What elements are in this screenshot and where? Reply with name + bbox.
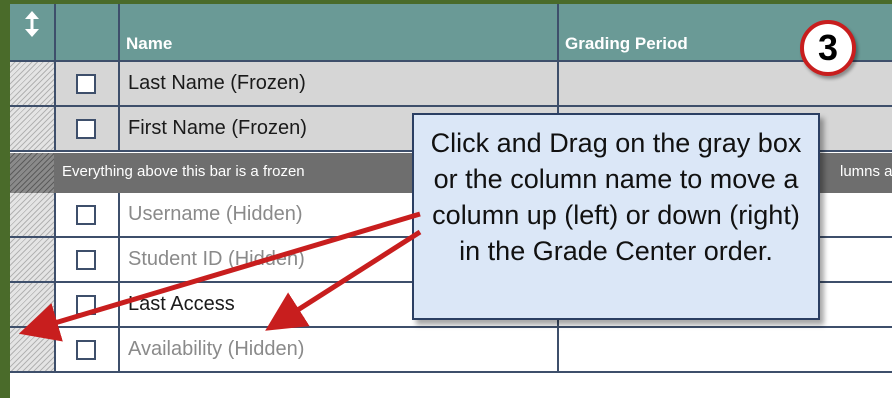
column-name: Username (Hidden)	[128, 203, 303, 225]
drag-handle[interactable]	[10, 283, 56, 326]
row-checkbox-cell	[56, 283, 120, 326]
row-checkbox-cell	[56, 62, 120, 105]
frozen-bar-drag-area[interactable]	[10, 153, 54, 193]
header-drag-column[interactable]	[10, 4, 56, 60]
table-row: Last Name (Frozen)	[10, 62, 892, 107]
row-checkbox-cell	[56, 193, 120, 236]
frame-border-left	[0, 0, 10, 398]
drag-handle[interactable]	[10, 193, 56, 236]
callout-text: Click and Drag on the gray box or the co…	[430, 128, 802, 266]
double-arrow-updown-icon	[25, 11, 39, 37]
column-name-cell[interactable]: Last Name (Frozen)	[120, 62, 559, 105]
header-name-label: Name	[126, 34, 173, 53]
table-row: Availability (Hidden)	[10, 328, 892, 373]
column-name: Student ID (Hidden)	[128, 248, 305, 270]
table-header: Name Grading Period	[10, 4, 892, 62]
frozen-bar-text: Everything above this bar is a frozen	[62, 163, 305, 180]
header-name-column[interactable]: Name	[120, 4, 559, 60]
column-name: Availability (Hidden)	[128, 338, 305, 360]
header-checkbox-column	[56, 4, 120, 60]
row-checkbox[interactable]	[76, 250, 96, 270]
header-grading-period-label: Grading Period	[565, 34, 688, 53]
instruction-callout: Click and Drag on the gray box or the co…	[412, 113, 820, 320]
grade-center-column-organization: Name Grading Period Last Name (Frozen) F…	[0, 0, 892, 398]
row-checkbox[interactable]	[76, 340, 96, 360]
row-checkbox-cell	[56, 328, 120, 371]
row-checkbox[interactable]	[76, 205, 96, 225]
step-number-badge: 3	[800, 20, 856, 76]
column-name-cell[interactable]: Availability (Hidden)	[120, 328, 559, 371]
row-checkbox-cell	[56, 238, 120, 281]
row-checkbox[interactable]	[76, 74, 96, 94]
drag-handle[interactable]	[10, 238, 56, 281]
drag-handle[interactable]	[10, 107, 56, 150]
column-name: First Name (Frozen)	[128, 117, 307, 139]
row-checkbox[interactable]	[76, 119, 96, 139]
row-checkbox-cell	[56, 107, 120, 150]
frozen-bar-text-right: lumns a	[840, 163, 892, 180]
drag-handle[interactable]	[10, 62, 56, 105]
column-name: Last Access	[128, 293, 235, 315]
column-name: Last Name (Frozen)	[128, 72, 306, 94]
drag-handle[interactable]	[10, 328, 56, 371]
row-checkbox[interactable]	[76, 295, 96, 315]
grading-period-cell	[559, 328, 892, 371]
